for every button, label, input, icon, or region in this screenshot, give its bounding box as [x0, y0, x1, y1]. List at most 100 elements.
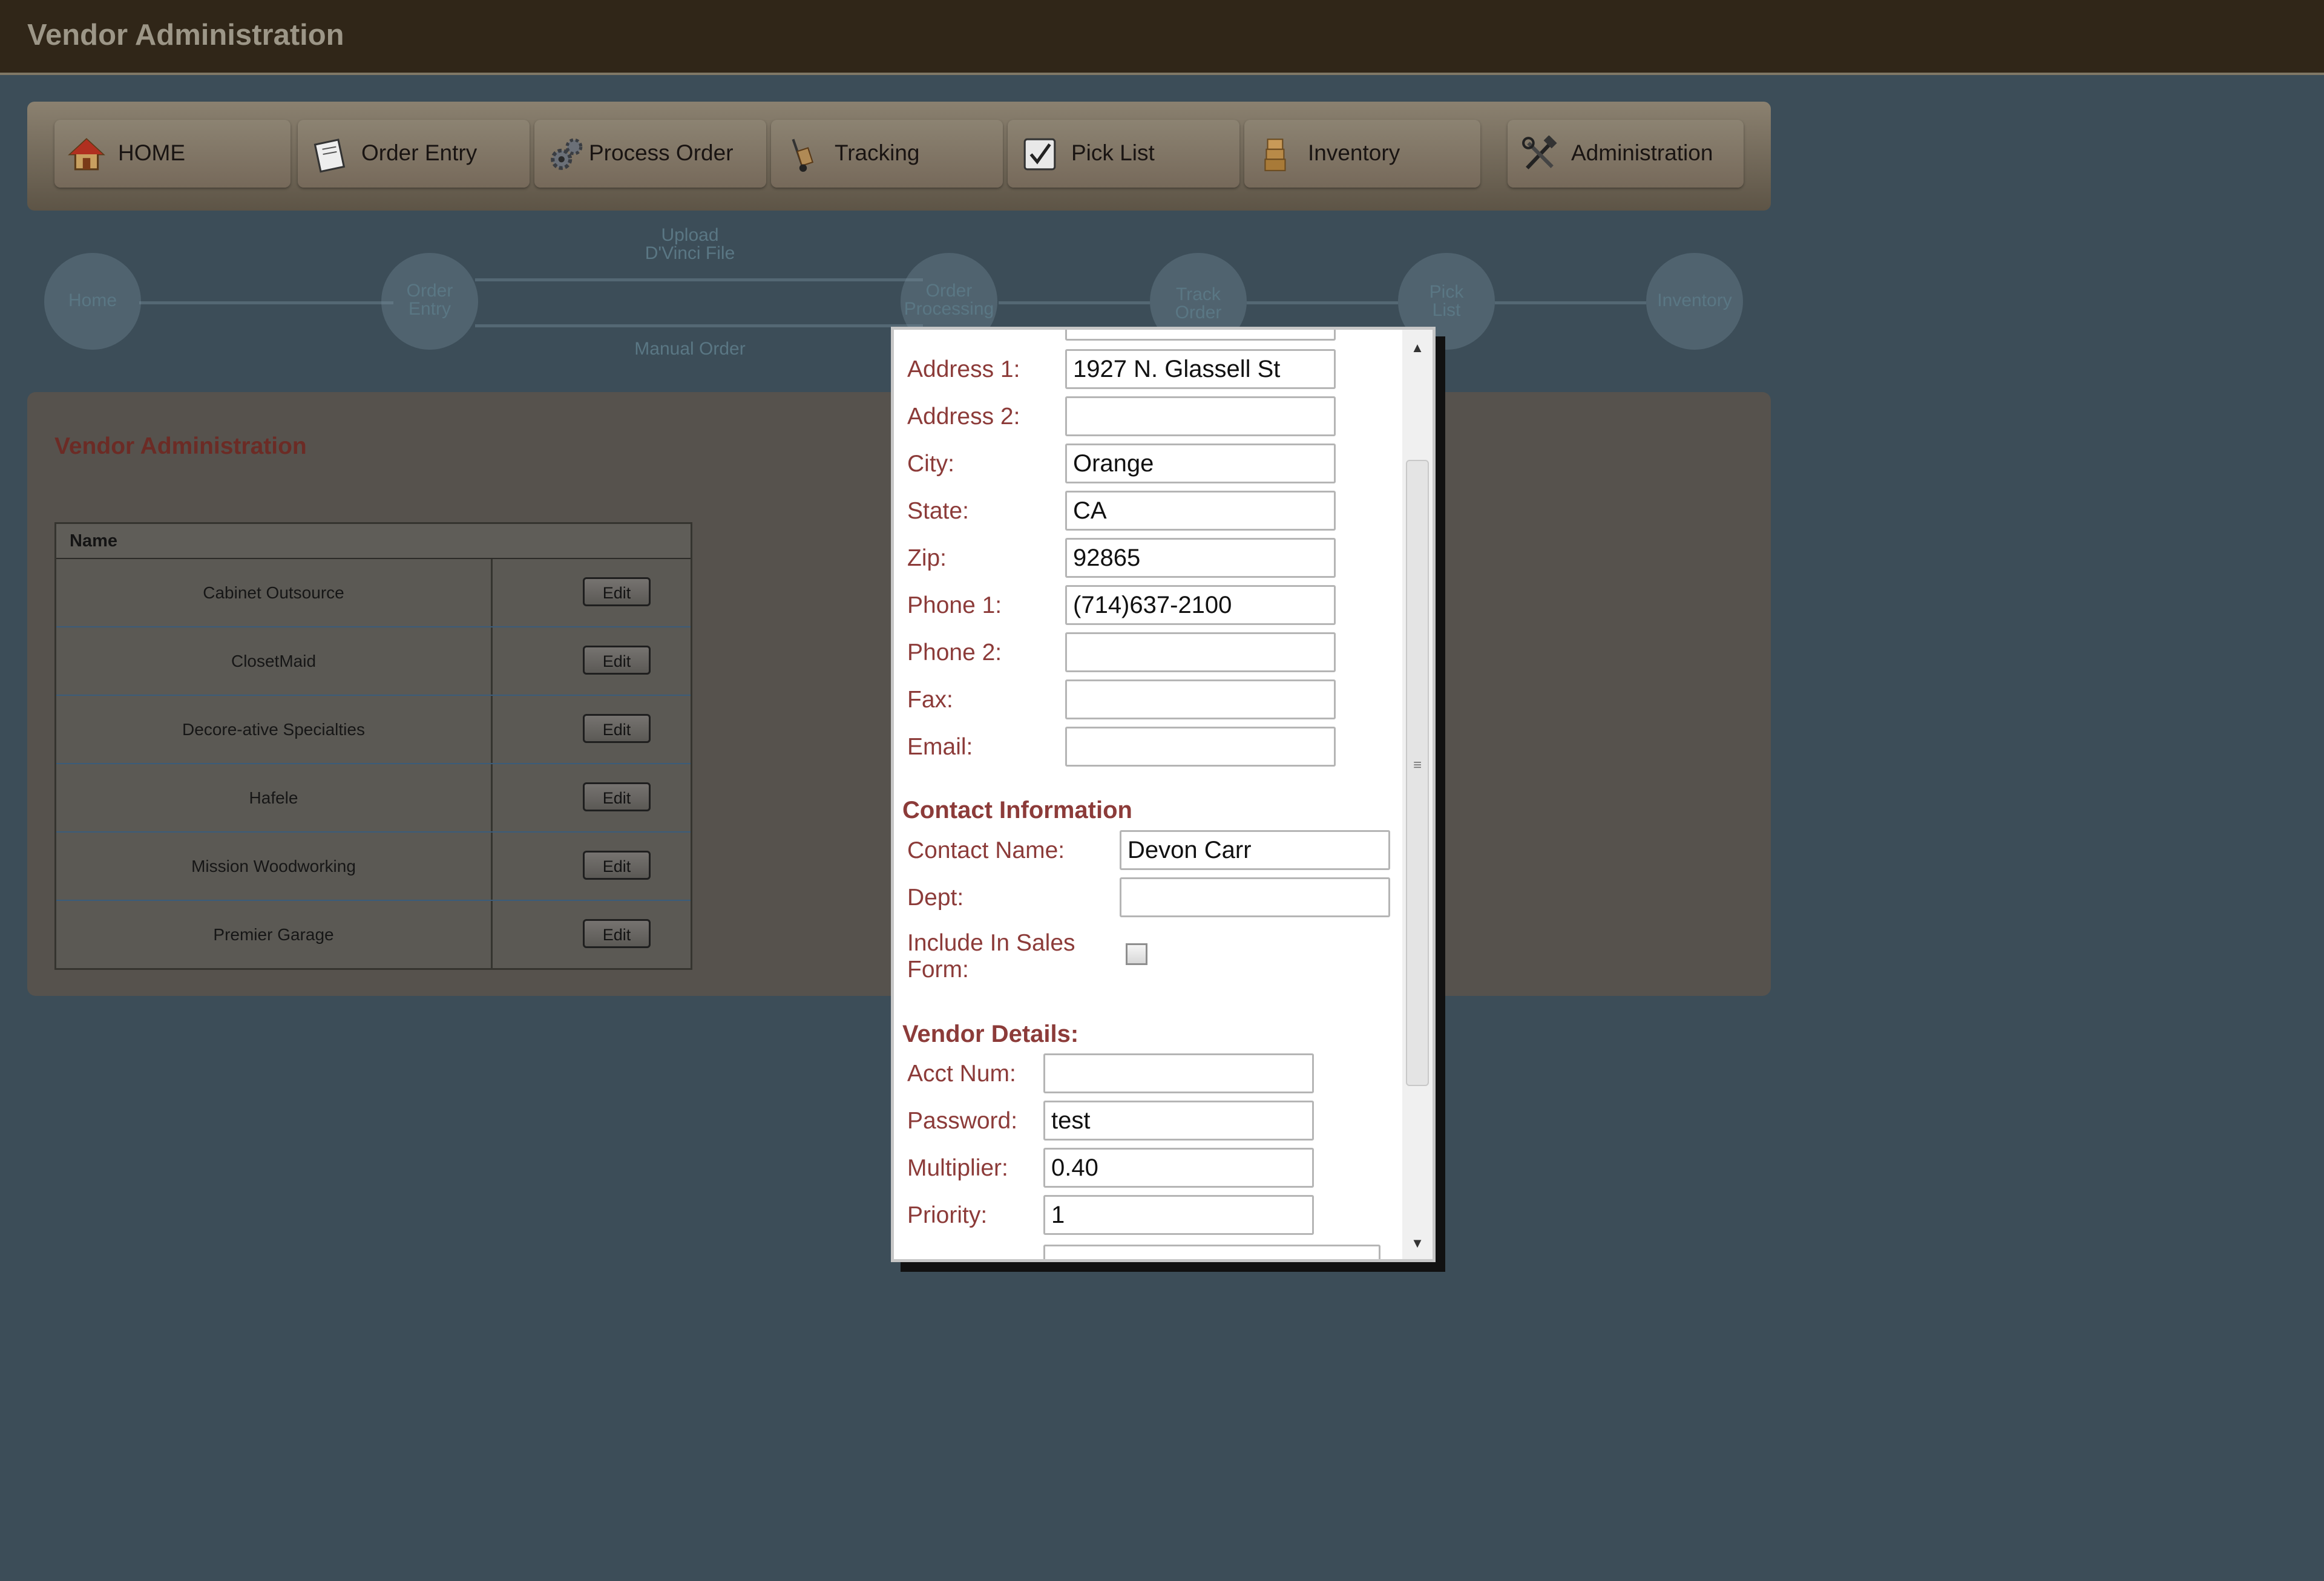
workflow-label-order-processing: Order Processing	[904, 281, 994, 319]
email-field[interactable]	[1065, 727, 1336, 767]
nav-inventory-button[interactable]: Inventory	[1244, 120, 1480, 188]
table-row: Decore-ative Specialties Edit	[56, 695, 691, 763]
vendor-edit-dialog: Address 1: 1927 N. Glassell St Address 2…	[891, 327, 1436, 1262]
scroll-up-arrow-icon[interactable]: ▲	[1402, 336, 1433, 360]
nav-home-button[interactable]: HOME	[54, 120, 290, 188]
vendor-name: ClosetMaid	[56, 627, 493, 695]
nav-order-entry-button[interactable]: Order Entry	[298, 120, 530, 188]
gears-icon	[551, 138, 583, 170]
workflow-label-home: Home	[68, 290, 117, 310]
phone1-label: Phone 1:	[907, 592, 1002, 618]
phone2-label: Phone 2:	[907, 640, 1002, 666]
workflow-label-inventory: Inventory	[1657, 290, 1732, 310]
address1-label: Address 1:	[907, 356, 1020, 382]
workflow-label-pick-list: Pick List	[1429, 282, 1464, 320]
workflow-arrow	[475, 324, 923, 327]
workflow-arrow	[999, 301, 1150, 304]
notepad-icon	[313, 139, 346, 173]
app-title: Vendor Administration	[27, 19, 344, 51]
workflow-label-order-entry: Order Entry	[406, 281, 453, 319]
vendor-details-heading: Vendor Details:	[902, 1021, 1079, 1047]
contact-info-heading: Contact Information	[902, 797, 1132, 823]
table-row: Hafele Edit	[56, 763, 691, 831]
column-header-name[interactable]: Name	[56, 524, 691, 559]
table-row: Mission Woodworking Edit	[56, 831, 691, 900]
priority-field[interactable]: 1	[1043, 1195, 1314, 1235]
edit-button[interactable]: Edit	[583, 919, 651, 948]
include-in-sales-checkbox[interactable]	[1126, 943, 1147, 965]
multiplier-label: Multiplier:	[907, 1155, 1008, 1181]
nav-tracking-label: Tracking	[835, 140, 920, 165]
workflow-arrow	[475, 278, 923, 281]
edit-button[interactable]: Edit	[583, 714, 651, 743]
workflow-label-manual: Manual Order	[634, 339, 746, 359]
panel-title: Vendor Administration	[54, 433, 307, 459]
vendor-table-body: Cabinet Outsource Edit ClosetMaid Edit D…	[56, 559, 691, 968]
edit-button[interactable]: Edit	[583, 646, 651, 675]
table-row: ClosetMaid Edit	[56, 626, 691, 695]
nav-tracking-button[interactable]: Tracking	[771, 120, 1003, 188]
scroll-thumb[interactable]: ≡	[1406, 460, 1429, 1086]
hidden-field[interactable]	[1065, 330, 1336, 341]
vendor-name: Cabinet Outsource	[56, 559, 493, 626]
zip-label: Zip:	[907, 545, 947, 571]
nav-administration-button[interactable]: Administration	[1508, 120, 1744, 188]
edit-button[interactable]: Edit	[583, 782, 651, 811]
checkbox-icon	[1023, 138, 1056, 171]
city-label: City:	[907, 451, 954, 477]
edit-button[interactable]: Edit	[583, 851, 651, 880]
nav-process-order-button[interactable]: Process Order	[534, 120, 766, 188]
nav-home-label: HOME	[118, 140, 185, 165]
state-field[interactable]: CA	[1065, 491, 1336, 531]
vendor-name: Decore-ative Specialties	[56, 696, 493, 763]
hand-truck-icon	[792, 139, 814, 172]
workflow-arrow	[1247, 301, 1398, 304]
address1-field[interactable]: 1927 N. Glassell St	[1065, 349, 1336, 389]
state-label: State:	[907, 498, 969, 524]
include-in-sales-label: Include In Sales Form:	[907, 930, 1075, 983]
nav-pick-list-button[interactable]: Pick List	[1008, 120, 1239, 188]
vendor-name: Hafele	[56, 764, 493, 831]
fax-label: Fax:	[907, 687, 953, 713]
vendor-name: Mission Woodworking	[56, 833, 493, 900]
dept-field[interactable]	[1120, 877, 1390, 917]
password-label: Password:	[907, 1108, 1018, 1134]
address2-label: Address 2:	[907, 404, 1020, 430]
workflow-label-upload: Upload D'Vinci File	[645, 225, 735, 263]
top-bar: Vendor Administration	[0, 0, 2324, 75]
phone2-field[interactable]	[1065, 632, 1336, 672]
multiplier-field[interactable]: 0.40	[1043, 1148, 1314, 1188]
nav-pick-list-label: Pick List	[1071, 140, 1155, 165]
workflow-arrow	[1495, 301, 1646, 304]
zip-field[interactable]: 92865	[1065, 538, 1336, 578]
phone1-field[interactable]: (714)637-2100	[1065, 585, 1336, 625]
scroll-down-arrow-icon[interactable]: ▼	[1402, 1231, 1433, 1255]
vendor-name: Premier Garage	[56, 901, 493, 968]
boxes-icon	[1264, 139, 1286, 171]
scroll-grip-icon: ≡	[1413, 757, 1422, 773]
acct-num-label: Acct Num:	[907, 1061, 1016, 1087]
nav-order-entry-label: Order Entry	[361, 140, 478, 165]
dialog-scrollbar[interactable]: ▲ ≡ ▼	[1402, 330, 1433, 1259]
password-field[interactable]: test	[1043, 1101, 1314, 1141]
contact-name-field[interactable]: Devon Carr	[1120, 830, 1390, 870]
main-nav: HOME Order Entry Process Order Tracking …	[27, 102, 1771, 211]
fax-field[interactable]	[1065, 679, 1336, 719]
table-row: Cabinet Outsource Edit	[56, 559, 691, 626]
dept-label: Dept:	[907, 885, 964, 911]
workflow-label-track-order: Track Order	[1175, 284, 1222, 322]
address2-field[interactable]	[1065, 396, 1336, 436]
vendor-table: Name Cabinet Outsource Edit ClosetMaid E…	[54, 522, 692, 970]
dialog-content: Address 1: 1927 N. Glassell St Address 2…	[894, 330, 1401, 1259]
contact-name-label: Contact Name:	[907, 837, 1065, 863]
acct-num-field[interactable]	[1043, 1053, 1314, 1093]
home-icon	[68, 138, 105, 171]
nav-administration-label: Administration	[1571, 140, 1713, 165]
edit-button[interactable]: Edit	[583, 577, 651, 606]
email-label: Email:	[907, 734, 973, 760]
priority-label: Priority:	[907, 1202, 988, 1228]
city-field[interactable]: Orange	[1065, 444, 1336, 483]
nav-inventory-label: Inventory	[1308, 140, 1400, 165]
table-row: Premier Garage Edit	[56, 900, 691, 968]
partial-field[interactable]	[1043, 1245, 1380, 1259]
